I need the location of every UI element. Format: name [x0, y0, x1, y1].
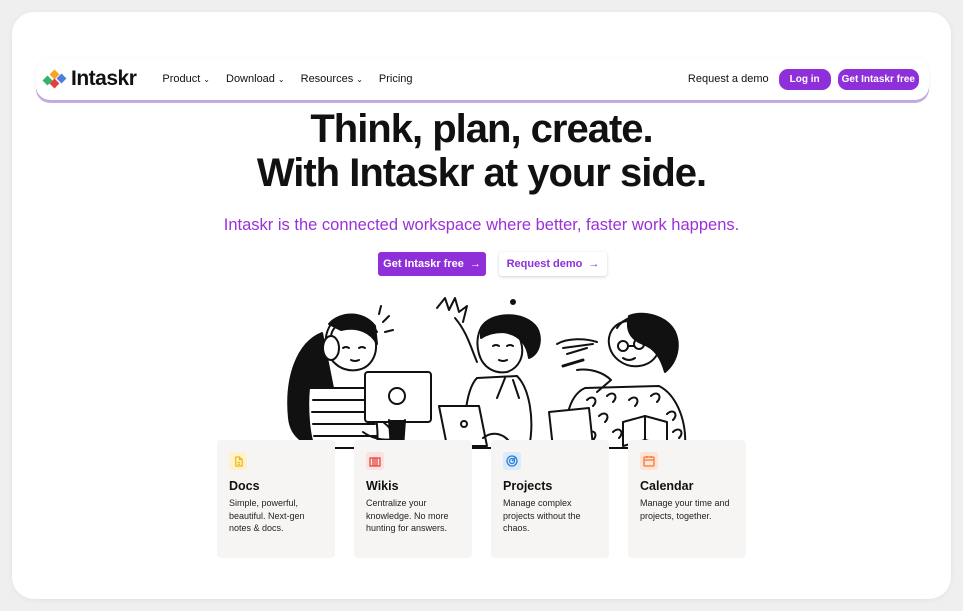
- feature-desc: Centralize your knowledge. No more hunti…: [366, 498, 449, 533]
- nav-product-label: Product: [162, 73, 201, 85]
- feature-title: Wikis: [366, 479, 399, 493]
- cta-row: Get Intaskr free → Request demo →: [378, 252, 607, 276]
- logo-mark-icon: [42, 69, 67, 89]
- nav-resources[interactable]: Resources ⌄: [301, 73, 363, 85]
- feature-card-docs[interactable]: Docs Simple, powerful, beautiful. Next-g…: [217, 440, 335, 558]
- arrow-right-icon: →: [588, 258, 600, 270]
- page-card: Intaskr Product ⌄ Download ⌄ Resources ⌄…: [12, 12, 951, 599]
- feature-desc: Simple, powerful, beautiful. Next-gen no…: [229, 498, 305, 533]
- target-icon: [503, 452, 521, 470]
- brand-logo[interactable]: Intaskr: [42, 67, 137, 91]
- cta-request-demo-label: Request demo: [506, 258, 583, 270]
- request-demo-link[interactable]: Request a demo: [688, 73, 769, 85]
- hero-subtitle: Intaskr is the connected workspace where…: [223, 216, 740, 234]
- nav-download[interactable]: Download ⌄: [226, 73, 285, 85]
- feature-desc: Manage complex projects without the chao…: [503, 498, 581, 533]
- cta-get-free-label: Get Intaskr free: [383, 258, 464, 270]
- calendar-icon: [640, 452, 658, 470]
- nav-pricing[interactable]: Pricing: [379, 73, 413, 85]
- feature-card-wikis[interactable]: Wikis Centralize your knowledge. No more…: [354, 440, 472, 558]
- hero-illustration: [287, 297, 687, 449]
- feature-cards: Docs Simple, powerful, beautiful. Next-g…: [217, 440, 746, 558]
- feature-title: Projects: [503, 479, 553, 493]
- get-free-button[interactable]: Get Intaskr free: [837, 68, 919, 90]
- book-icon: [366, 452, 384, 470]
- hero-title: Think, plan, create. With Intaskr at you…: [12, 107, 951, 195]
- nav-product[interactable]: Product ⌄: [162, 73, 210, 85]
- feature-title: Docs: [229, 479, 260, 493]
- feature-title: Calendar: [640, 479, 694, 493]
- feature-card-calendar[interactable]: Calendar Manage your time and projects, …: [628, 440, 746, 558]
- hero-title-line2: With Intaskr at your side.: [256, 151, 707, 195]
- feature-card-projects[interactable]: Projects Manage complex projects without…: [491, 440, 609, 558]
- chevron-down-icon: ⌄: [203, 74, 210, 84]
- nav-resources-label: Resources: [300, 73, 354, 85]
- arrow-right-icon: →: [469, 258, 481, 270]
- chevron-down-icon: ⌄: [277, 74, 285, 84]
- nav-pricing-label: Pricing: [378, 73, 413, 85]
- doc-icon: [229, 452, 247, 470]
- cta-request-demo-button[interactable]: Request demo →: [499, 252, 607, 276]
- feature-desc: Manage your time and projects, together.: [640, 498, 730, 521]
- brand-name: Intaskr: [71, 67, 137, 90]
- nav-download-label: Download: [226, 73, 275, 85]
- navbar: Intaskr Product ⌄ Download ⌄ Resources ⌄…: [36, 58, 929, 100]
- hero-title-line1: Think, plan, create.: [310, 107, 653, 151]
- cta-get-free-button[interactable]: Get Intaskr free →: [378, 252, 486, 276]
- login-button[interactable]: Log in: [778, 68, 831, 90]
- chevron-down-icon: ⌄: [356, 74, 363, 84]
